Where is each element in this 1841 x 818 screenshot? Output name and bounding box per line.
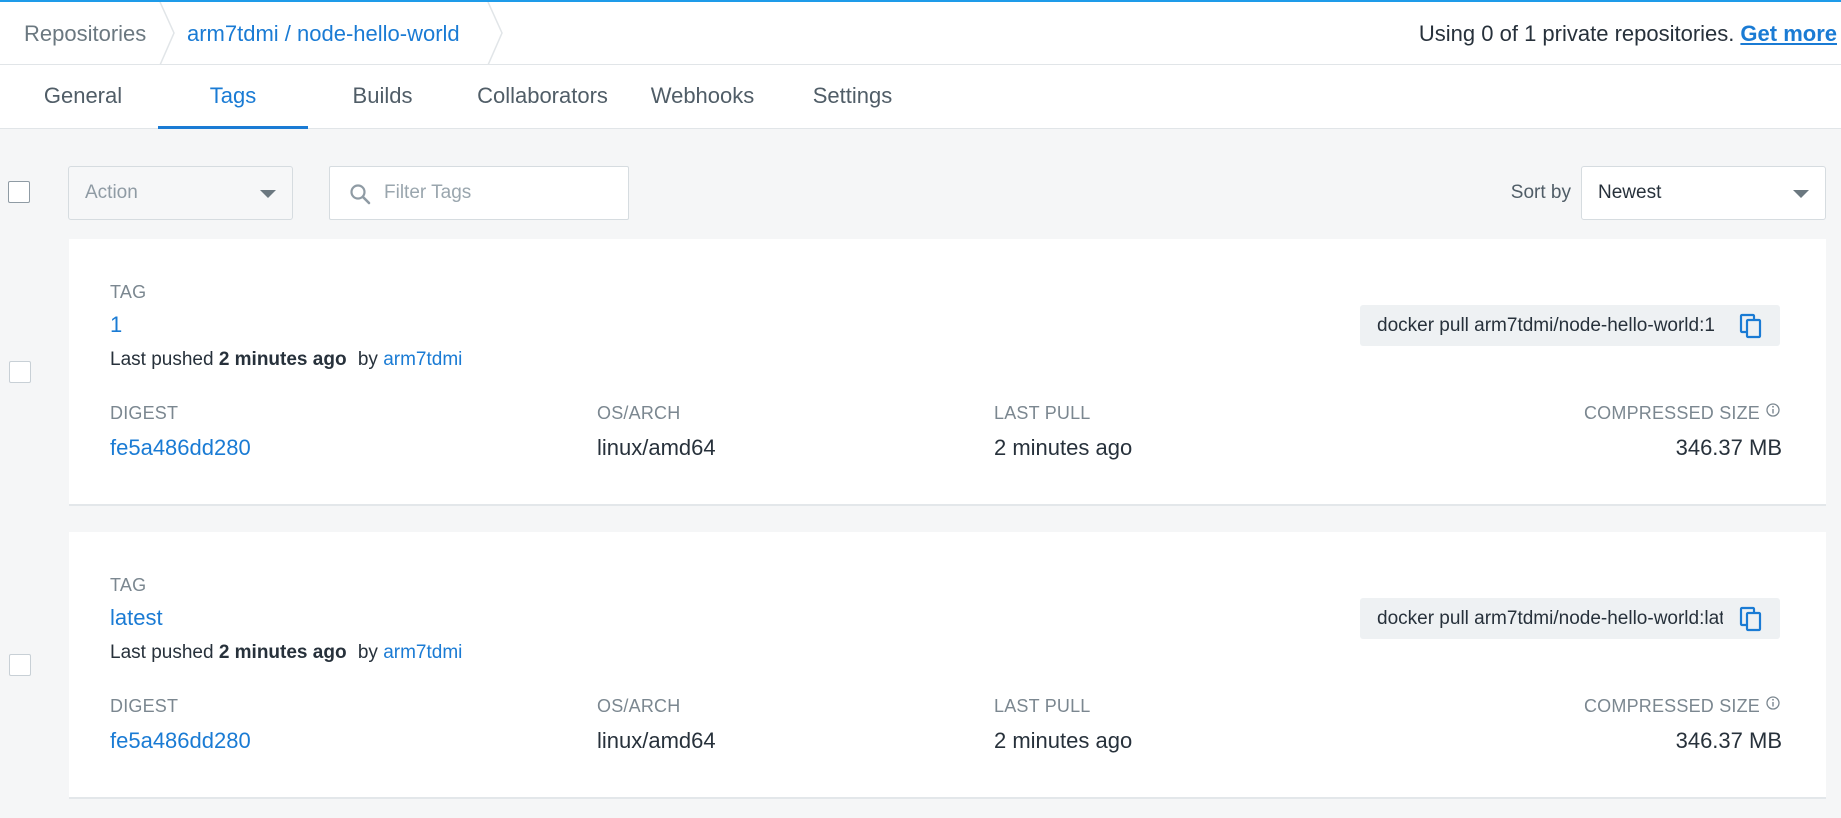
digest-link[interactable]: fe5a486dd280 xyxy=(110,435,251,461)
select-all-checkbox[interactable] xyxy=(8,181,30,203)
os-arch-value: linux/amd64 xyxy=(597,435,716,460)
action-select[interactable]: Action xyxy=(68,166,293,220)
docker-pull-command: docker pull arm7tdmi/node-hello-world:la… xyxy=(1360,598,1780,639)
tag-row-checkbox[interactable] xyxy=(9,361,31,383)
tag-label: TAG xyxy=(110,575,147,595)
copy-icon[interactable] xyxy=(1738,313,1764,339)
repo-tabs: General Tags Builds Collaborators Webhoo… xyxy=(0,65,1841,129)
sort-select[interactable]: Newest xyxy=(1581,166,1826,220)
digest-label: DIGEST xyxy=(110,696,179,716)
last-pushed-info: Last pushed 2 minutes ago by arm7tdmi xyxy=(110,642,462,664)
chevron-down-icon xyxy=(1793,190,1809,198)
get-more-link[interactable]: Get more xyxy=(1740,21,1837,46)
sort-by-label: Sort by xyxy=(1510,182,1571,203)
tag-card: TAG 1 Last pushed 2 minutes ago by arm7t… xyxy=(69,239,1826,506)
chevron-down-icon xyxy=(260,190,276,198)
pushed-prefix: Last pushed xyxy=(110,642,214,663)
pushed-by-label: by xyxy=(357,642,378,663)
tag-label: TAG xyxy=(110,282,147,302)
pushed-time: 2 minutes ago xyxy=(218,642,347,663)
breadcrumb-separator xyxy=(487,2,503,65)
copy-icon[interactable] xyxy=(1738,606,1764,632)
last-pull-label: LAST PULL xyxy=(994,403,1091,423)
breadcrumb-separator xyxy=(159,2,175,65)
tag-card: TAG latest Last pushed 2 minutes ago by … xyxy=(69,532,1826,799)
tag-name-link[interactable]: 1 xyxy=(110,312,122,338)
last-pull-label: LAST PULL xyxy=(994,696,1091,716)
os-arch-value: linux/amd64 xyxy=(597,728,716,753)
compressed-size-label: COMPRESSED SIZE xyxy=(1584,403,1780,424)
private-repo-usage: Using 0 of 1 private repositories. Get mo… xyxy=(1419,2,1837,65)
compressed-size-label: COMPRESSED SIZE xyxy=(1584,696,1780,717)
compressed-size-label-text: COMPRESSED SIZE xyxy=(1583,403,1760,423)
compressed-size-label-text: COMPRESSED SIZE xyxy=(1583,696,1760,716)
pushed-by-user-link[interactable]: arm7tdmi xyxy=(383,349,462,370)
pull-command-text: docker pull arm7tdmi/node-hello-world:la… xyxy=(1377,608,1723,629)
tab-settings[interactable]: Settings xyxy=(790,65,915,129)
search-icon xyxy=(350,184,371,205)
usage-text: Using 0 of 1 private repositories. xyxy=(1418,21,1735,46)
os-arch-label: OS/ARCH xyxy=(597,696,681,716)
breadcrumb-repo[interactable]: arm7tdmi / node-hello-world xyxy=(187,2,460,65)
last-pull-value: 2 minutes ago xyxy=(994,728,1133,753)
tab-builds[interactable]: Builds xyxy=(320,65,445,129)
filter-tags-field[interactable] xyxy=(329,166,629,220)
action-select-label: Action xyxy=(85,182,138,203)
tab-collaborators[interactable]: Collaborators xyxy=(460,65,625,129)
compressed-size-value: 346.37 MB xyxy=(1675,728,1782,753)
compressed-size-value: 346.37 MB xyxy=(1675,435,1782,460)
last-pull-value: 2 minutes ago xyxy=(994,435,1133,460)
docker-pull-command: docker pull arm7tdmi/node-hello-world:1 xyxy=(1360,305,1780,346)
tab-tags[interactable]: Tags xyxy=(158,65,308,129)
digest-label: DIGEST xyxy=(110,403,179,423)
filter-tags-input[interactable] xyxy=(384,167,624,219)
info-icon[interactable] xyxy=(1766,696,1780,710)
sort-select-value: Newest xyxy=(1598,182,1662,203)
tab-general[interactable]: General xyxy=(24,65,142,129)
pushed-by-label: by xyxy=(357,349,378,370)
header-bar: Repositories arm7tdmi / node-hello-world… xyxy=(0,2,1841,65)
os-arch-label: OS/ARCH xyxy=(597,403,681,423)
last-pushed-info: Last pushed 2 minutes ago by arm7tdmi xyxy=(110,349,462,371)
tag-row-checkbox[interactable] xyxy=(9,654,31,676)
pull-command-text: docker pull arm7tdmi/node-hello-world:1 xyxy=(1377,315,1715,336)
digest-link[interactable]: fe5a486dd280 xyxy=(110,728,251,754)
info-icon[interactable] xyxy=(1766,403,1780,417)
pushed-time: 2 minutes ago xyxy=(218,349,347,370)
tag-name-link[interactable]: latest xyxy=(110,605,163,631)
tab-webhooks[interactable]: Webhooks xyxy=(640,65,765,129)
breadcrumb-repositories[interactable]: Repositories xyxy=(24,2,146,65)
pushed-by-user-link[interactable]: arm7tdmi xyxy=(383,642,462,663)
pushed-prefix: Last pushed xyxy=(110,349,214,370)
